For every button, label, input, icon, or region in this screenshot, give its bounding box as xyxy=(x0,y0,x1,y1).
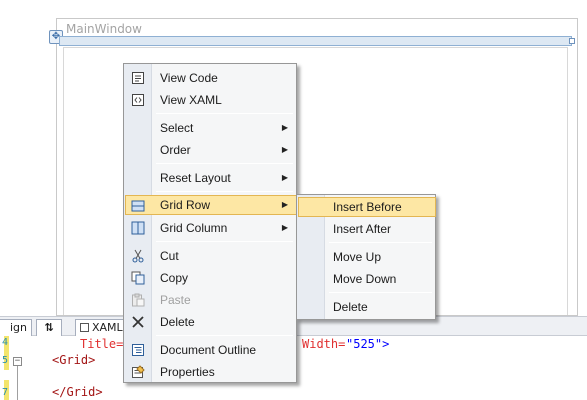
scissors-icon xyxy=(132,249,144,263)
menu-item-label: Reset Layout xyxy=(160,171,231,185)
grid-row-rail[interactable] xyxy=(59,36,575,46)
menu-separator xyxy=(156,113,293,114)
delete-x-icon xyxy=(132,316,144,328)
menu-item-view-xaml[interactable]: View XAML xyxy=(126,90,296,110)
code-width-attr: Width= xyxy=(302,337,346,351)
menu-item-reset-layout[interactable]: Reset Layout ▶ xyxy=(126,168,296,188)
menu-item-label: Move Down xyxy=(333,272,397,286)
menu-separator xyxy=(156,241,293,242)
menu-item-label: Select xyxy=(160,121,194,135)
menu-item-order[interactable]: Order ▶ xyxy=(126,140,296,160)
submenu-item-move-up[interactable]: Move Up xyxy=(299,247,435,267)
submenu-arrow-icon: ▶ xyxy=(281,223,288,232)
grid-row-submenu: Insert Before Insert After Move Up Move … xyxy=(296,194,436,320)
menu-item-label: View XAML xyxy=(160,93,222,107)
menu-item-label: View Code xyxy=(160,71,218,85)
xaml-doc-icon xyxy=(80,323,89,332)
menu-item-label: Delete xyxy=(160,315,195,329)
view-code-icon xyxy=(132,72,144,84)
submenu-item-insert-before[interactable]: Insert Before xyxy=(298,197,436,217)
line-number: 4 xyxy=(1,337,8,348)
line-number: 5 xyxy=(1,355,8,366)
swap-panes-button[interactable]: ⇅ xyxy=(36,319,62,336)
menu-item-label: Insert Before xyxy=(333,200,402,214)
menu-item-paste[interactable]: Paste xyxy=(126,290,296,310)
tab-design[interactable]: ign xyxy=(0,319,32,336)
menu-item-label: Grid Column xyxy=(160,221,228,235)
window-title: MainWindow xyxy=(66,22,142,36)
submenu-item-insert-after[interactable]: Insert After xyxy=(299,219,435,239)
menu-item-label: Insert After xyxy=(333,222,392,236)
paste-icon xyxy=(132,293,145,307)
code-grid-close: </Grid> xyxy=(52,385,103,399)
code-title-attr: Title= xyxy=(80,337,124,351)
resize-handle[interactable] xyxy=(569,38,575,44)
menu-item-label: Delete xyxy=(333,300,368,314)
properties-icon xyxy=(132,365,145,378)
code-grid-open: <Grid> xyxy=(52,353,96,367)
submenu-arrow-icon: ▶ xyxy=(281,123,288,132)
context-menu: View Code View XAML Select ▶ Order ▶ Res… xyxy=(123,63,297,383)
view-xaml-icon xyxy=(132,94,144,106)
grid-row-icon xyxy=(131,200,145,212)
menu-item-properties[interactable]: Properties xyxy=(126,362,296,382)
menu-item-label: Copy xyxy=(160,271,189,285)
menu-item-label: Grid Row xyxy=(160,198,211,212)
menu-item-label: Paste xyxy=(160,293,191,307)
document-outline-icon xyxy=(132,344,144,356)
submenu-item-delete[interactable]: Delete xyxy=(299,297,435,317)
menu-separator xyxy=(156,191,293,192)
tab-xaml[interactable]: XAML xyxy=(75,319,127,336)
code-width-value: "525"> xyxy=(346,337,390,351)
menu-item-label: Document Outline xyxy=(160,343,257,357)
tab-xaml-label: XAML xyxy=(92,321,123,334)
menu-item-label: Properties xyxy=(160,365,215,379)
menu-item-select[interactable]: Select ▶ xyxy=(126,118,296,138)
menu-item-delete[interactable]: Delete xyxy=(126,312,296,332)
menu-item-grid-row[interactable]: Grid Row ▶ xyxy=(125,195,297,215)
fold-toggle-icon[interactable]: − xyxy=(13,357,22,366)
submenu-arrow-icon: ▶ xyxy=(281,145,288,154)
menu-separator xyxy=(329,292,432,293)
menu-separator xyxy=(329,242,432,243)
menu-separator xyxy=(156,335,293,336)
menu-item-label: Order xyxy=(160,143,191,157)
menu-item-cut[interactable]: Cut xyxy=(126,246,296,266)
menu-item-view-code[interactable]: View Code xyxy=(126,68,296,88)
menu-item-grid-column[interactable]: Grid Column ▶ xyxy=(126,218,296,238)
menu-separator xyxy=(156,163,293,164)
menu-item-document-outline[interactable]: Document Outline xyxy=(126,340,296,360)
copy-icon xyxy=(131,271,145,285)
submenu-arrow-icon: ▶ xyxy=(281,200,288,209)
grid-column-icon xyxy=(131,221,145,235)
menu-item-label: Move Up xyxy=(333,250,382,264)
fold-guide xyxy=(17,366,18,400)
submenu-item-move-down[interactable]: Move Down xyxy=(299,269,435,289)
menu-item-copy[interactable]: Copy xyxy=(126,268,296,288)
menu-item-label: Cut xyxy=(160,249,179,263)
submenu-arrow-icon: ▶ xyxy=(281,173,288,182)
line-number: 7 xyxy=(1,387,8,398)
